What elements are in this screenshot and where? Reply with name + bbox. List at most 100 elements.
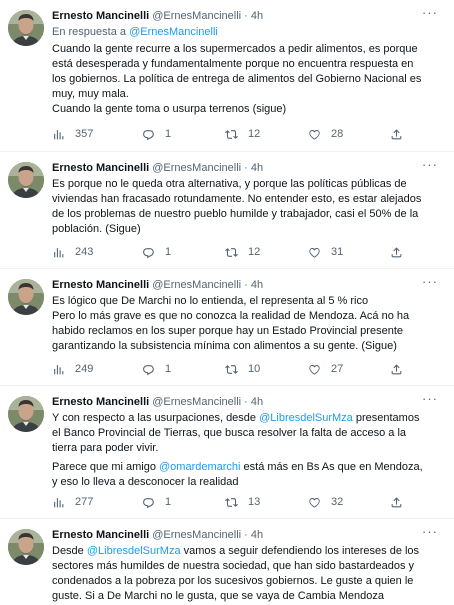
author-handle[interactable]: @ErnesMancinelli <box>152 10 241 22</box>
views-count: 277 <box>75 496 94 508</box>
retweet-icon <box>225 496 238 509</box>
views-button[interactable]: 243 <box>52 244 93 260</box>
author-name[interactable]: Ernesto Mancinelli <box>52 529 149 541</box>
tweet-header: Ernesto Mancinelli @ErnesMancinelli · 4h <box>52 395 442 409</box>
tweet-text-line: población. (Sigue) <box>52 223 141 235</box>
reply-button[interactable]: 1 <box>142 126 171 142</box>
analytics-icon <box>52 496 65 509</box>
retweet-button[interactable]: 10 <box>225 361 260 377</box>
analytics-icon <box>52 363 65 376</box>
text-fragment: Y con respecto a las usurpaciones, desde <box>52 412 260 424</box>
share-button[interactable] <box>390 126 413 142</box>
tweet-text-line: guste. Si a De Marchi no le gusta, que s… <box>52 590 385 602</box>
tweet-text-line: Pero lo más grave es que no conozca la r… <box>52 310 410 322</box>
tweet[interactable]: ··· Ernesto Mancinelli @ErnesMancinelli … <box>0 152 454 269</box>
reply-button[interactable]: 1 <box>142 494 171 510</box>
tweet-text-line: habido reclamos en los super porque hay … <box>52 325 403 337</box>
tweet[interactable]: ··· Ernesto Mancinelli @ErnesMancinelli … <box>0 0 454 152</box>
author-name[interactable]: Ernesto Mancinelli <box>52 279 149 291</box>
author-name[interactable]: Ernesto Mancinelli <box>52 162 149 174</box>
retweet-button[interactable]: 12 <box>225 244 260 260</box>
tweet-text-line: muy, muy mala. <box>52 88 129 100</box>
share-button[interactable] <box>390 244 413 260</box>
tweet-text-line: condenados a la pobreza por los sucesivo… <box>52 575 414 587</box>
separator-dot: · <box>244 10 248 22</box>
like-count: 32 <box>331 496 344 508</box>
share-button[interactable] <box>390 494 413 510</box>
text-fragment: presentamos <box>352 412 420 424</box>
tweet-text: Desde @LibresdelSurMza vamos a seguir de… <box>52 544 442 604</box>
retweet-icon <box>225 128 238 141</box>
author-name[interactable]: Ernesto Mancinelli <box>52 396 149 408</box>
reply-count: 1 <box>165 363 172 375</box>
like-button[interactable]: 32 <box>308 494 343 510</box>
heart-icon <box>308 246 321 259</box>
mention-link[interactable]: @LibresdelSurMza <box>87 545 181 557</box>
tweet-text-line: está desesperada y fundamentalmente porq… <box>52 58 414 70</box>
tweet-header: Ernesto Mancinelli @ErnesMancinelli · 4h <box>52 278 442 292</box>
avatar[interactable] <box>8 10 44 46</box>
avatar[interactable] <box>8 396 44 432</box>
share-button[interactable] <box>390 361 413 377</box>
timestamp[interactable]: 4h <box>251 529 263 541</box>
tweet-text-line: Es lógico que De Marchi no lo entienda, … <box>52 295 369 307</box>
tweet-text-line: garantizando la subsistencia mínima con … <box>52 340 397 352</box>
reply-bubble-icon <box>142 128 155 141</box>
separator-dot: · <box>244 162 248 174</box>
views-count: 243 <box>75 246 94 258</box>
tweet-text-line: tierra para poder vivir. <box>52 442 159 454</box>
timestamp[interactable]: 4h <box>251 396 263 408</box>
retweet-icon <box>225 246 238 259</box>
like-count: 28 <box>331 128 344 140</box>
separator-dot: · <box>244 529 248 541</box>
tweet[interactable]: ··· Ernesto Mancinelli @ErnesMancinelli … <box>0 386 454 519</box>
like-button[interactable]: 27 <box>308 361 343 377</box>
separator-dot: · <box>244 279 248 291</box>
reply-count: 1 <box>165 496 172 508</box>
timestamp[interactable]: 4h <box>251 10 263 22</box>
tweet-text-line: el Banco Provincial de Tierras, que busc… <box>52 427 407 439</box>
timestamp[interactable]: 4h <box>251 279 263 291</box>
tweet-text-line: Cuando la gente toma o usurpa terrenos (… <box>52 103 287 115</box>
author-handle[interactable]: @ErnesMancinelli <box>152 162 241 174</box>
author-handle[interactable]: @ErnesMancinelli <box>152 529 241 541</box>
mention-link[interactable]: @omardemarchi <box>159 461 240 473</box>
views-button[interactable]: 249 <box>52 361 93 377</box>
retweet-button[interactable]: 13 <box>225 494 260 510</box>
tweet-text-line: viviendas han fracasado rotundamente. No… <box>52 193 422 205</box>
retweet-icon <box>225 363 238 376</box>
tweet-actions: 249 1 10 27 <box>52 361 442 377</box>
reply-prefix: En respuesta a <box>52 26 130 38</box>
reply-button[interactable]: 1 <box>142 361 171 377</box>
mention-link[interactable]: @LibresdelSurMza <box>259 412 353 424</box>
author-handle[interactable]: @ErnesMancinelli <box>152 279 241 291</box>
author-handle[interactable]: @ErnesMancinelli <box>152 396 241 408</box>
tweet-header: Ernesto Mancinelli @ErnesMancinelli · 4h <box>52 161 442 175</box>
like-button[interactable]: 28 <box>308 126 343 142</box>
retweet-count: 12 <box>248 128 261 140</box>
share-upload-icon <box>390 246 403 259</box>
like-button[interactable]: 31 <box>308 244 343 260</box>
retweet-button[interactable]: 12 <box>225 126 260 142</box>
tweet-actions: 277 1 13 32 <box>52 494 442 510</box>
reply-context: En respuesta a @ErnesMancinelli <box>52 25 442 40</box>
author-name[interactable]: Ernesto Mancinelli <box>52 10 149 22</box>
timestamp[interactable]: 4h <box>251 162 263 174</box>
reply-mention-link[interactable]: @ErnesMancinelli <box>129 26 218 38</box>
avatar[interactable] <box>8 279 44 315</box>
views-count: 357 <box>75 128 94 140</box>
tweet[interactable]: ··· Ernesto Mancinelli @ErnesMancinelli … <box>0 519 454 605</box>
reply-bubble-icon <box>142 246 155 259</box>
reply-count: 1 <box>165 246 172 258</box>
tweet-text-line: de los problemas de nuestro pueblo humil… <box>52 208 419 220</box>
avatar[interactable] <box>8 162 44 198</box>
tweet-text-line: los gobiernos. La política de entrega de… <box>52 73 422 85</box>
heart-icon <box>308 128 321 141</box>
tweet[interactable]: ··· Ernesto Mancinelli @ErnesMancinelli … <box>0 269 454 386</box>
text-fragment: vamos a seguir defendiendo los intereses… <box>180 545 420 557</box>
reply-button[interactable]: 1 <box>142 244 171 260</box>
tweet-text: Es porque no le queda otra alternativa, … <box>52 177 442 237</box>
avatar[interactable] <box>8 529 44 565</box>
views-button[interactable]: 277 <box>52 494 93 510</box>
views-button[interactable]: 357 <box>52 126 93 142</box>
